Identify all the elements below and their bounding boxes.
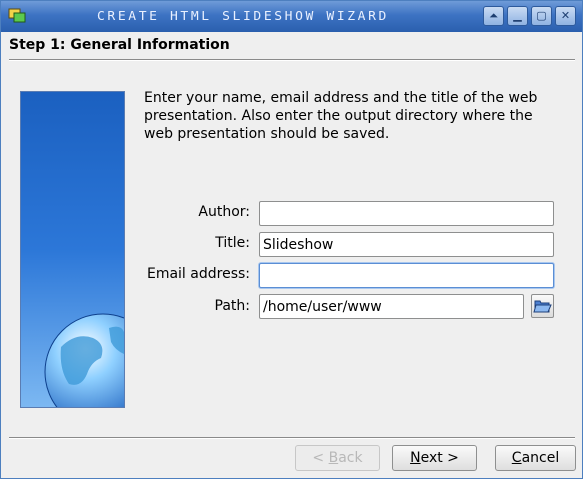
slideshow-app-icon[interactable]: [8, 8, 26, 24]
footer-divider: [9, 437, 575, 439]
back-button[interactable]: < Back: [295, 445, 380, 471]
maximize-button[interactable]: ▢: [531, 6, 552, 26]
wizard-window: Create HTML Slideshow Wizard ⏶ ▁ ▢ ✕ Ste…: [0, 0, 583, 479]
close-icon: ✕: [560, 9, 571, 22]
cancel-button[interactable]: Cancel: [495, 445, 576, 471]
close-button[interactable]: ✕: [555, 6, 576, 26]
title-label: Title:: [215, 235, 250, 251]
next-button[interactable]: Next >: [392, 445, 477, 471]
step-title: Step 1: General Information: [9, 37, 230, 53]
title-bar[interactable]: Create HTML Slideshow Wizard ⏶ ▁ ▢ ✕: [1, 1, 582, 32]
path-label: Path:: [214, 298, 250, 314]
email-label: Email address:: [146, 266, 250, 282]
shade-button[interactable]: ⏶: [483, 6, 504, 26]
minimize-button[interactable]: ▁: [507, 6, 528, 26]
maximize-icon: ▢: [536, 9, 547, 22]
minimize-icon: ▁: [513, 9, 522, 22]
browse-button[interactable]: [531, 294, 554, 318]
header-divider: [9, 59, 575, 61]
shade-icon: ⏶: [489, 9, 498, 22]
author-field[interactable]: [259, 201, 554, 226]
title-field[interactable]: [259, 232, 554, 257]
window-title: Create HTML Slideshow Wizard: [97, 9, 389, 24]
email-field[interactable]: [259, 263, 554, 288]
intro-text: Enter your name, email address and the t…: [144, 90, 538, 142]
folder-open-icon: [533, 300, 552, 313]
author-label: Author:: [198, 204, 250, 220]
path-field[interactable]: [259, 294, 524, 319]
